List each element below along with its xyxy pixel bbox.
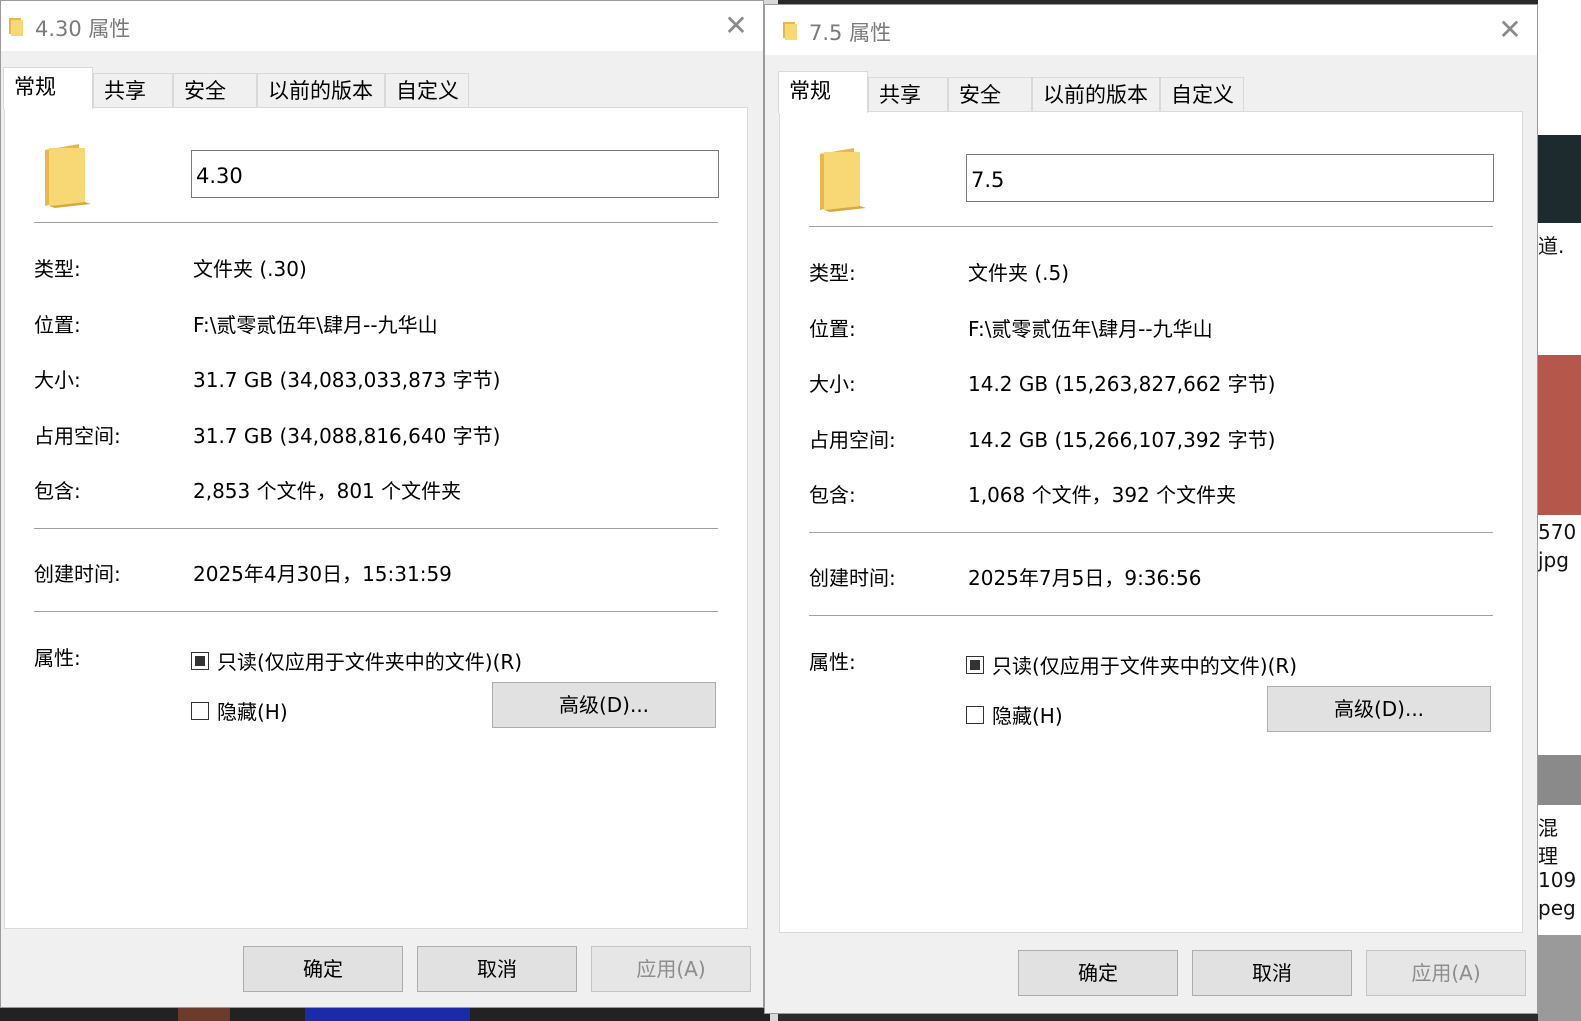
background-file-label: 道.	[1538, 234, 1565, 258]
properties-dialog: 4.30 属性 ✕ 常规 共享 安全 以前的版本 自定义 类型: 文件夹 (.3…	[0, 0, 764, 1008]
disk-size-value: 14.2 GB (15,266,107,392 字节)	[968, 428, 1276, 452]
advanced-button[interactable]: 高级(D)...	[1267, 686, 1491, 732]
divider	[34, 611, 718, 612]
title-bar[interactable]: 4.30 属性 ✕	[1, 1, 763, 51]
size-label: 大小:	[809, 372, 856, 396]
checkbox-icon[interactable]	[191, 651, 209, 670]
hidden-checkbox-label: 隐藏(H)	[992, 704, 1063, 728]
location-label: 位置:	[34, 313, 81, 337]
close-icon[interactable]: ✕	[1497, 16, 1523, 44]
cancel-button[interactable]: 取消	[1192, 950, 1352, 996]
tab-previous-versions[interactable]: 以前的版本	[257, 73, 385, 107]
location-value: F:\贰零贰伍年\肆月--九华山	[193, 313, 438, 337]
apply-button[interactable]: 应用(A)	[1366, 950, 1526, 996]
divider	[34, 528, 718, 529]
hidden-checkbox-label: 隐藏(H)	[217, 700, 288, 724]
folder-icon	[45, 144, 91, 208]
checkbox-icon[interactable]	[191, 701, 209, 720]
disk-size-value: 31.7 GB (34,088,816,640 字节)	[193, 424, 501, 448]
general-panel: 类型: 文件夹 (.5) 位置: F:\贰零贰伍年\肆月--九华山 大小: 14…	[779, 111, 1523, 933]
general-panel: 类型: 文件夹 (.30) 位置: F:\贰零贰伍年\肆月--九华山 大小: 3…	[4, 107, 748, 929]
apply-button[interactable]: 应用(A)	[591, 946, 751, 992]
folder-name-input[interactable]	[191, 150, 719, 198]
background-file-label: jpg	[1538, 548, 1569, 572]
ok-button[interactable]: 确定	[243, 946, 403, 992]
folder-name-input[interactable]	[966, 154, 1494, 202]
folder-icon	[9, 18, 23, 36]
created-value: 2025年7月5日，9:36:56	[968, 566, 1202, 590]
disk-size-label: 占用空间:	[809, 428, 896, 452]
background-thumbnail	[305, 1006, 470, 1021]
size-value: 31.7 GB (34,083,033,873 字节)	[193, 368, 501, 392]
attributes-label: 属性:	[809, 650, 856, 674]
readonly-checkbox-label: 只读(仅应用于文件夹中的文件)(R)	[217, 650, 523, 674]
folder-icon	[820, 148, 866, 212]
tab-customize[interactable]: 自定义	[1160, 77, 1244, 111]
type-value: 文件夹 (.30)	[193, 257, 307, 281]
folder-icon	[783, 22, 797, 40]
type-label: 类型:	[809, 261, 856, 285]
background-file-label: 混	[1538, 816, 1558, 840]
attributes-label: 属性:	[34, 646, 81, 670]
created-value: 2025年4月30日，15:31:59	[193, 562, 452, 586]
hidden-checkbox[interactable]: 隐藏(H)	[191, 696, 288, 725]
contains-value: 2,853 个文件，801 个文件夹	[193, 479, 462, 503]
checkbox-icon[interactable]	[966, 705, 984, 724]
divider	[34, 222, 718, 223]
background-thumbnail[interactable]	[1538, 935, 1581, 1021]
background-file-label: 理	[1538, 844, 1558, 868]
readonly-checkbox[interactable]: 只读(仅应用于文件夹中的文件)(R)	[191, 646, 522, 675]
tab-sharing[interactable]: 共享	[93, 73, 173, 107]
ok-button[interactable]: 确定	[1018, 950, 1178, 996]
divider	[809, 532, 1493, 533]
divider	[809, 226, 1493, 227]
background-thumbnail	[178, 1006, 230, 1021]
window-title: 4.30 属性	[35, 17, 131, 41]
type-label: 类型:	[34, 257, 81, 281]
tab-security[interactable]: 安全	[173, 73, 257, 107]
background-thumbnail[interactable]	[1538, 135, 1581, 223]
background-file-label: 570	[1538, 520, 1577, 544]
tab-sharing[interactable]: 共享	[868, 77, 948, 111]
readonly-checkbox[interactable]: 只读(仅应用于文件夹中的文件)(R)	[966, 650, 1297, 679]
background-thumbnail[interactable]	[1538, 755, 1581, 805]
tab-customize[interactable]: 自定义	[385, 73, 469, 107]
created-label: 创建时间:	[34, 562, 121, 586]
contains-label: 包含:	[34, 479, 81, 503]
checkbox-icon[interactable]	[966, 655, 984, 674]
title-bar[interactable]: 7.5 属性 ✕	[765, 5, 1537, 55]
hidden-checkbox[interactable]: 隐藏(H)	[966, 700, 1063, 729]
cancel-button[interactable]: 取消	[417, 946, 577, 992]
tab-previous-versions[interactable]: 以前的版本	[1032, 77, 1160, 111]
created-label: 创建时间:	[809, 566, 896, 590]
tab-security[interactable]: 安全	[948, 77, 1032, 111]
tab-general[interactable]: 常规	[3, 67, 93, 109]
disk-size-label: 占用空间:	[34, 424, 121, 448]
tab-general[interactable]: 常规	[778, 71, 868, 113]
divider	[809, 615, 1493, 616]
window-title: 7.5 属性	[809, 21, 892, 45]
type-value: 文件夹 (.5)	[968, 261, 1070, 285]
close-icon[interactable]: ✕	[723, 12, 749, 40]
location-label: 位置:	[809, 317, 856, 341]
background-file-label: 109	[1538, 868, 1577, 892]
readonly-checkbox-label: 只读(仅应用于文件夹中的文件)(R)	[992, 654, 1298, 678]
size-label: 大小:	[34, 368, 81, 392]
properties-dialog: 7.5 属性 ✕ 常规 共享 安全 以前的版本 自定义 类型: 文件夹 (.5)…	[764, 4, 1538, 1014]
contains-value: 1,068 个文件，392 个文件夹	[968, 483, 1237, 507]
background-file-label: peg	[1538, 896, 1576, 920]
background-thumbnail[interactable]	[1538, 355, 1581, 515]
advanced-button[interactable]: 高级(D)...	[492, 682, 716, 728]
size-value: 14.2 GB (15,263,827,662 字节)	[968, 372, 1276, 396]
contains-label: 包含:	[809, 483, 856, 507]
location-value: F:\贰零贰伍年\肆月--九华山	[968, 317, 1213, 341]
